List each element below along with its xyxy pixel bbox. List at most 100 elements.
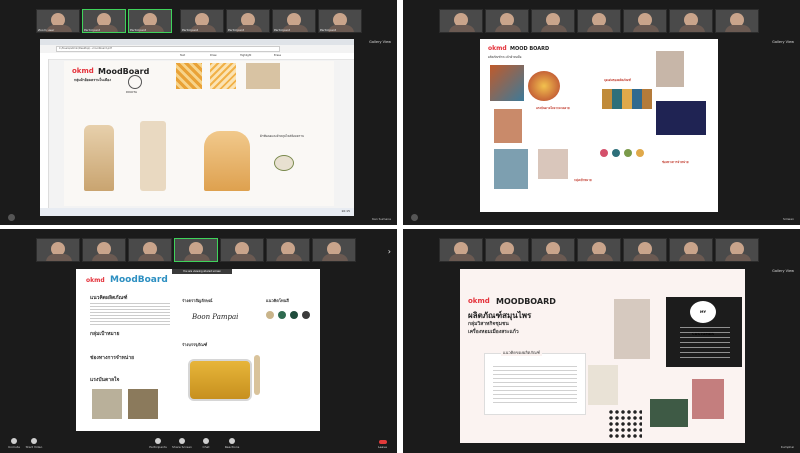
participant-tile[interactable] <box>715 9 759 33</box>
slide-subtitle: ผลิตภัณฑ์กระเป๋าผ้าทอมือ <box>488 55 522 59</box>
participant-strip <box>0 238 397 262</box>
participant-tile[interactable]: Participant <box>272 9 316 33</box>
heading-target: กลุ่มเป้าหมาย <box>90 331 120 337</box>
participant-name: Participant <box>228 28 245 32</box>
heading-concept: แนวคิดผลิตภัณฑ์ <box>90 295 128 301</box>
participant-tile[interactable] <box>531 9 575 33</box>
participant-tile[interactable] <box>577 9 621 33</box>
reactions-icon <box>229 438 235 444</box>
participant-strip <box>403 9 800 33</box>
share-screen-button[interactable]: Share Screen <box>170 438 194 449</box>
participant-tile[interactable] <box>82 238 126 262</box>
participant-tile[interactable] <box>485 9 529 33</box>
right-label: ผ้าพันคอและผ้าคลุมไหล่ย้อมคราม <box>260 134 305 138</box>
polka-decor <box>608 409 642 439</box>
concept-box-title: แนวคิดของผลิตภัณฑ์ <box>501 350 542 356</box>
toolbar-text[interactable]: Text <box>180 54 185 57</box>
participant-tile[interactable] <box>669 9 713 33</box>
fabric-swatch <box>246 63 280 89</box>
okmd-logo: okmd <box>72 67 94 75</box>
participant-name: Participant <box>84 28 101 32</box>
slide-title: MOODBOARD <box>496 297 556 306</box>
quadrant-top-left: Zoom user Participant Participant Partic… <box>0 0 397 225</box>
participant-tile[interactable]: Participant <box>226 9 270 33</box>
spoon-illustration <box>254 355 260 395</box>
green-card <box>650 399 688 427</box>
chat-button[interactable]: Chat <box>194 438 218 449</box>
participant-tile[interactable] <box>36 238 80 262</box>
video-camera-icon <box>31 438 37 444</box>
pattern-tile <box>176 63 202 89</box>
participant-tile-active[interactable]: Participant <box>128 9 172 33</box>
perfume-photo <box>692 379 724 419</box>
participant-tile[interactable] <box>439 238 483 262</box>
color-swatch <box>612 149 620 157</box>
participant-tile[interactable] <box>312 238 356 262</box>
participant-tile[interactable] <box>220 238 264 262</box>
browser-tabbar <box>40 39 354 45</box>
heading-packaging: ร่างบรรจุภัณฑ์ <box>182 342 208 347</box>
gallery-view-button[interactable]: Gallery View <box>772 269 794 273</box>
scarf-hanging <box>140 121 166 191</box>
toolbar-draw[interactable]: Draw <box>210 54 217 57</box>
leave-button[interactable]: Leave <box>378 440 387 449</box>
heading-logo-draft: ร่างตราสัญลักษณ์ <box>182 298 213 303</box>
pdf-sidebar <box>40 59 49 208</box>
toolbar-erase[interactable]: Erase <box>274 54 281 57</box>
pdf-toolbar: Text Draw Highlight Erase <box>40 53 354 60</box>
inspiration-photo <box>128 389 158 419</box>
participant-tile[interactable]: Participant <box>318 9 362 33</box>
self-view-name: Kumphai <box>780 445 794 449</box>
slide-title: MoodBoard <box>98 67 150 76</box>
start-video-button[interactable]: Start Video <box>22 438 46 449</box>
gallery-view-button[interactable]: Gallery View <box>772 40 794 44</box>
concept-text <box>90 303 170 325</box>
packaging-bowl <box>188 359 252 401</box>
slide-title: MoodBoard <box>110 275 168 285</box>
caption-inspiration: แรงบันดาลใจจากลวดลาย <box>536 106 570 110</box>
participant-tile[interactable] <box>439 9 483 33</box>
reactions-button[interactable]: Reactions <box>220 438 244 449</box>
shared-screen: C:/Users/admin/Desktop/...moodboard.pdf … <box>40 39 354 216</box>
participant-tile[interactable] <box>715 238 759 262</box>
slide-subtitle: กลุ่มผ้าย้อมครามในเมือง <box>74 78 111 82</box>
participant-tile[interactable] <box>669 238 713 262</box>
quadrant-top-right: Gallery View okmd MOOD BOARD ผลิตภัณฑ์กร… <box>403 0 800 225</box>
participant-tile[interactable] <box>623 238 667 262</box>
zoom-shield-icon <box>8 214 15 221</box>
participant-tile-active[interactable]: Participant <box>82 9 126 33</box>
participant-tile[interactable]: Participant <box>180 9 224 33</box>
concept-box: แนวคิดของผลิตภัณฑ์ <box>484 350 586 415</box>
participant-tile[interactable] <box>266 238 310 262</box>
taskbar-clock: 10:15 <box>341 209 350 213</box>
chat-icon <box>203 438 209 444</box>
shared-screen: okmd MOOD BOARD ผลิตภัณฑ์กระเป๋าผ้าทอมือ… <box>480 39 718 212</box>
inspiration-photo <box>92 389 122 419</box>
caption-feature: จุดเด่นของผลิตภัณฑ์ <box>604 78 631 82</box>
brand-logo <box>128 75 142 89</box>
subtitle-community: กลุ่มวิสาหกิจชุมชน <box>468 321 509 327</box>
quadrant-bottom-right: Gallery View okmd MOODBOARD ผลิตภัณฑ์สมุ… <box>403 229 800 453</box>
customer-card: MY CUSTOMER <box>666 297 742 367</box>
participant-tile[interactable] <box>531 238 575 262</box>
toolbar-highlight[interactable]: Highlight <box>240 54 251 57</box>
next-page-arrow-icon[interactable]: › <box>388 247 391 256</box>
self-view-name: Kan Sumana <box>372 217 391 221</box>
microphone-icon <box>11 438 17 444</box>
shawl-mannequin <box>204 131 250 191</box>
participant-tile[interactable]: Zoom user <box>36 9 80 33</box>
color-swatch <box>290 311 298 319</box>
participant-tile-active[interactable] <box>174 238 218 262</box>
participants-button[interactable]: Participants <box>146 438 170 449</box>
participant-tile[interactable] <box>577 238 621 262</box>
participant-tile[interactable] <box>485 238 529 262</box>
photo-backpacker <box>494 149 528 189</box>
browser-urlbar[interactable]: C:/Users/admin/Desktop/...moodboard.pdf <box>56 46 280 52</box>
caption-channel: ช่องทางการจำหน่าย <box>662 160 689 164</box>
participant-tile[interactable] <box>128 238 172 262</box>
participant-tile[interactable] <box>623 9 667 33</box>
gallery-view-button[interactable]: Gallery View <box>369 40 391 44</box>
color-swatch <box>624 149 632 157</box>
heading-color-tone: แนวคิดโทนสี <box>266 298 289 303</box>
caption-target: กลุ่มเป้าหมาย <box>574 178 592 182</box>
